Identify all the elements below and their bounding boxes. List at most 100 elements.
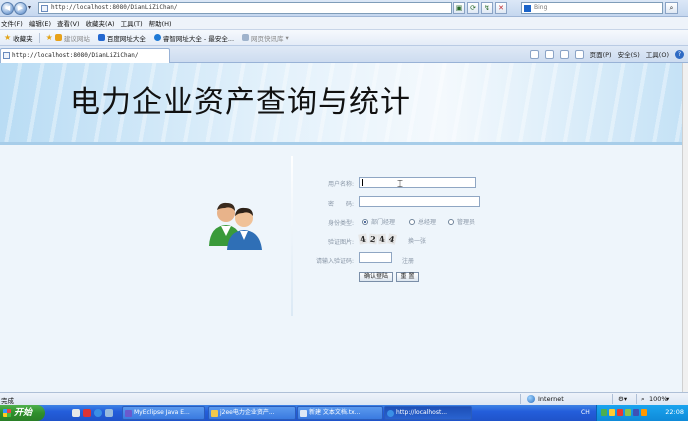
protected-mode-icon[interactable]: ⚙▾	[618, 395, 627, 403]
windows-taskbar: 开始 MyEclipse Java E... j2ee电力企业资产... 新建 …	[0, 405, 688, 421]
address-url: http://localhost:8080/DianLiZiChan/	[51, 4, 178, 11]
address-input[interactable]: http://localhost:8080/DianLiZiChan/	[38, 2, 452, 14]
start-button[interactable]: 开始	[0, 405, 45, 421]
refresh-icon[interactable]: ⟳	[467, 2, 479, 14]
role-label-text: 管理员	[457, 219, 476, 226]
task-notepad[interactable]: 新建 文本文档.tx...	[297, 406, 383, 420]
zoom-dropdown-icon[interactable]: ▾	[666, 395, 669, 403]
search-magnifier-icon[interactable]: ⌕	[665, 2, 678, 14]
windows-flag-icon	[3, 409, 11, 417]
forward-arrow-icon[interactable]: ▶	[14, 2, 27, 15]
start-label: 开始	[14, 408, 33, 418]
radio[interactable]	[448, 218, 454, 225]
register-link[interactable]: 注册	[402, 256, 414, 265]
read-mail-icon[interactable]	[559, 49, 569, 59]
ruizhi-site-icon	[153, 34, 161, 41]
compatibility-view-icon[interactable]: ▣	[453, 2, 465, 14]
password-label: 密 码:	[327, 201, 354, 208]
menu-edit[interactable]: 编辑(E)	[28, 18, 56, 28]
password-input[interactable]	[359, 196, 480, 207]
role-option-dept-manager[interactable]: 部门经理	[362, 217, 395, 226]
fav-item-suggested[interactable]: ★ 建议网站	[42, 33, 94, 43]
task-myeclipse[interactable]: MyEclipse Java E...	[122, 406, 205, 420]
tray-security-icon[interactable]	[617, 409, 623, 416]
captcha-input[interactable]	[359, 252, 392, 263]
quick-launch-app-icon[interactable]	[83, 409, 91, 417]
username-input[interactable]	[359, 177, 476, 188]
web-slice-icon	[242, 34, 250, 41]
fav-item-label: 百度网址大全	[106, 34, 146, 43]
folder-icon	[211, 410, 218, 417]
tray-app-icon[interactable]	[609, 409, 615, 416]
menu-file[interactable]: 文件(F)	[0, 18, 28, 28]
fav-item-label: 建议网站	[63, 34, 90, 43]
safety-menu[interactable]: 安全(S)	[618, 49, 640, 59]
internet-zone-icon	[527, 395, 535, 403]
task-browser[interactable]: http://localhost...	[384, 406, 472, 420]
vertical-divider	[291, 156, 293, 316]
stop-icon[interactable]: ✕	[495, 2, 507, 14]
captcha-refresh-link[interactable]: 换一张	[408, 236, 426, 245]
menu-favorites[interactable]: 收藏夹(A)	[85, 18, 120, 28]
page-menu[interactable]: 页面(P)	[590, 49, 612, 59]
menu-view[interactable]: 查看(V)	[56, 18, 85, 28]
login-button[interactable]: 确认登陆	[359, 272, 393, 282]
help-icon[interactable]: ?	[675, 49, 684, 59]
notepad-icon	[300, 410, 307, 417]
quick-launch	[72, 409, 113, 417]
search-input[interactable]: Bing	[521, 2, 663, 14]
zoom-magnifier-icon[interactable]: ⌕	[641, 395, 645, 404]
task-label: http://localhost...	[396, 409, 448, 416]
browser-tab[interactable]: http://localhost:8080/DianLiZiChan/	[0, 48, 170, 63]
page-scrollbar[interactable]	[682, 63, 688, 392]
role-label: 身份类型:	[327, 220, 354, 227]
role-option-admin[interactable]: 管理员	[448, 217, 475, 226]
captcha-char: 4	[386, 233, 397, 245]
feeds-icon[interactable]	[544, 49, 554, 59]
home-icon[interactable]	[529, 49, 539, 59]
back-arrow-icon[interactable]: ◀	[1, 2, 14, 15]
menu-tools[interactable]: 工具(T)	[120, 18, 148, 28]
zoom-level[interactable]: 100%	[649, 395, 668, 403]
task-label: 新建 文本文档.tx...	[309, 409, 361, 416]
fav-item-baidu[interactable]: 百度网址大全	[94, 33, 150, 43]
show-desktop-icon[interactable]	[72, 409, 80, 417]
favorites-button[interactable]: ★ 收藏夹	[0, 33, 37, 43]
radio-selected[interactable]	[362, 218, 368, 225]
language-indicator[interactable]: CH	[581, 409, 590, 416]
radio[interactable]	[409, 218, 415, 225]
fav-item-webslice[interactable]: 网页快讯库 ▾	[238, 33, 293, 43]
page-title: 电力企业资产查询与统计	[70, 85, 411, 120]
system-clock[interactable]: 22:08	[665, 408, 684, 416]
task-j2ee-doc[interactable]: j2ee电力企业资产...	[208, 406, 296, 420]
task-label: j2ee电力企业资产...	[220, 409, 275, 416]
quick-launch-app-icon[interactable]	[105, 409, 113, 417]
tools-menu[interactable]: 工具(O)	[646, 49, 669, 59]
ie-browser-icon[interactable]	[94, 409, 102, 417]
reset-button[interactable]: 重 置	[396, 272, 419, 282]
system-tray: 22:08	[596, 405, 688, 421]
captcha-image: 4 2 4 4	[358, 233, 397, 245]
rss-feed-icon[interactable]: ↯	[481, 2, 493, 14]
favorites-label: 收藏夹	[13, 34, 33, 43]
tray-app-icon[interactable]	[625, 409, 631, 416]
captcha-input-label: 请输入验证码:	[315, 258, 354, 265]
address-toolbar: ◀ ▶ ▾ http://localhost:8080/DianLiZiChan…	[0, 0, 688, 17]
tray-volume-icon[interactable]	[641, 409, 647, 416]
history-dropdown-icon[interactable]: ▾	[28, 4, 31, 11]
menu-help[interactable]: 帮助(H)	[148, 18, 177, 28]
print-icon[interactable]	[574, 49, 584, 59]
fav-item-ruizhi[interactable]: 睿智网址大全 - 最安全...	[150, 33, 238, 43]
page-icon	[41, 5, 48, 12]
web-page: 电力企业资产查询与统计 用户名称: ⌶ 密 码: 身份类型: 部门经理 总经理 …	[0, 63, 682, 392]
header-banner: 电力企业资产查询与统计	[0, 63, 682, 145]
task-label: MyEclipse Java E...	[134, 409, 190, 416]
role-option-general-manager[interactable]: 总经理	[409, 217, 436, 226]
captcha-char: 4	[358, 233, 368, 245]
baidu-site-icon	[97, 34, 105, 41]
tray-network-icon[interactable]	[601, 409, 607, 416]
status-divider	[520, 394, 521, 404]
chevron-down-icon: ▾	[285, 33, 289, 42]
tray-app-icon[interactable]	[633, 409, 639, 416]
search-placeholder: Bing	[534, 4, 548, 11]
